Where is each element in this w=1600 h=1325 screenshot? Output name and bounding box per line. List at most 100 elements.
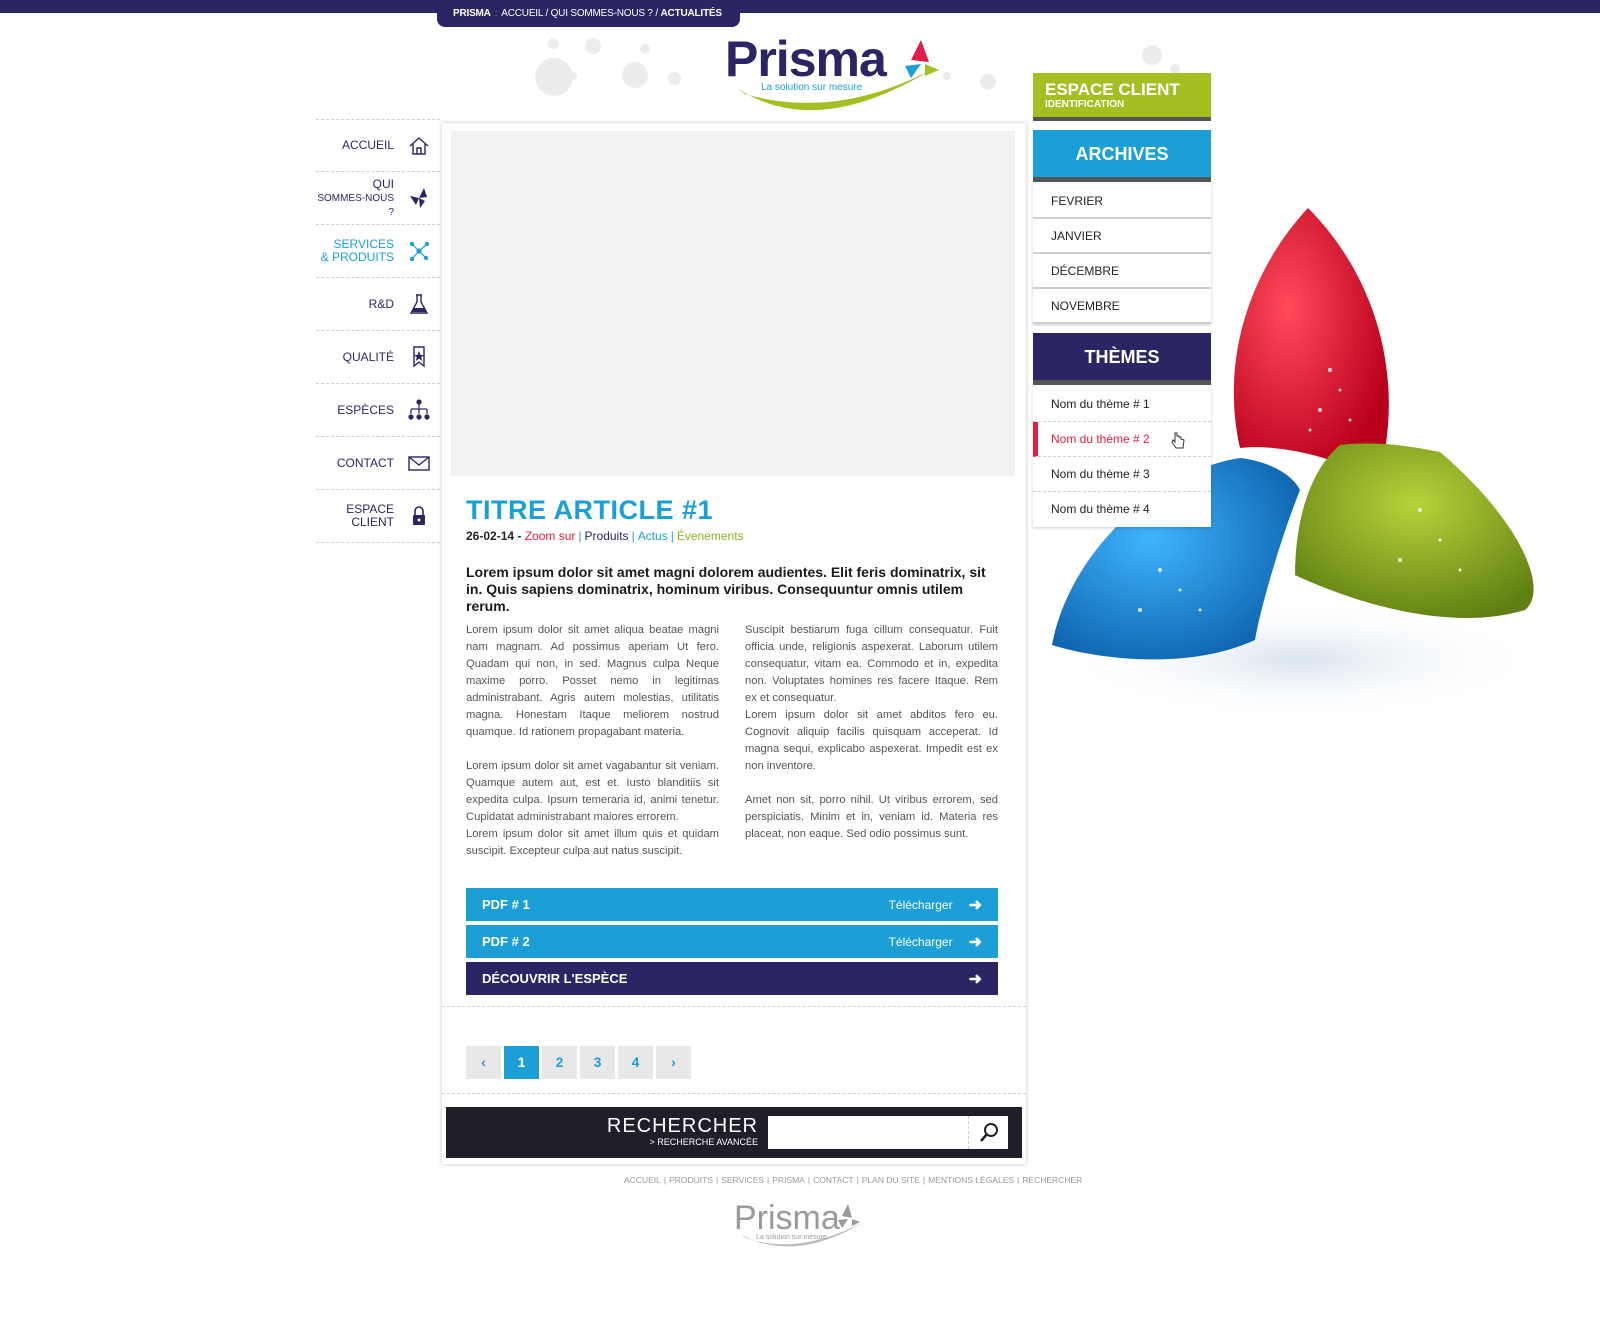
category-link[interactable]: Évenements	[677, 529, 744, 543]
trefoil-icon	[410, 188, 427, 208]
nav-label-line2: CLIENT	[351, 515, 394, 529]
nav-label: ESPACE	[346, 502, 394, 516]
category-link[interactable]: Actus	[638, 529, 668, 543]
breadcrumb-brand[interactable]: PRISMA	[453, 8, 491, 19]
hand-cursor-icon	[1171, 432, 1185, 449]
espace-client-title: ESPACE CLIENT	[1045, 80, 1180, 99]
theme-item-active[interactable]: Nom du thème # 2	[1033, 422, 1211, 457]
search-bar: RECHERCHER > RECHERCHE AVANCÉE	[446, 1107, 1022, 1158]
article-date: 26-02-14 -	[466, 529, 522, 543]
footer-logo-tagline: La solution sur mesure	[756, 1234, 827, 1241]
footer-logo[interactable]: Prisma La solution sur mesure	[734, 1198, 874, 1258]
logo-wordmark: Prisma	[725, 31, 887, 87]
lock-icon	[413, 506, 425, 525]
theme-item[interactable]: Nom du thème # 1	[1033, 387, 1211, 422]
nav-label: QUALITÉ	[342, 349, 394, 364]
theme-item[interactable]: Nom du thème # 3	[1033, 457, 1211, 492]
download-label: Télécharger	[888, 897, 953, 912]
top-bar	[0, 0, 1600, 13]
nav-item-qui-sommes-nous[interactable]: QUI SOMMES-NOUS ?	[316, 172, 440, 225]
footer-link[interactable]: PRODUITS	[669, 1175, 713, 1185]
nav-label: CONTACT	[336, 455, 394, 470]
pagination: ‹ 1 2 3 4 ›	[466, 1046, 691, 1079]
advanced-search-link[interactable]: > RECHERCHE AVANCÉE	[607, 1137, 758, 1148]
category-link[interactable]: Produits	[585, 529, 629, 543]
logo-tagline: La solution sur mesure	[761, 82, 863, 93]
themes-list: Nom du thème # 1 Nom du thème # 2 Nom du…	[1033, 387, 1211, 527]
discover-label: DÉCOUVRIR L'ESPÈCE	[482, 971, 628, 986]
pdf-label: PDF # 2	[482, 934, 530, 949]
pdf-2-download-button[interactable]: PDF # 2 Télécharger ➜	[466, 925, 998, 958]
discover-species-button[interactable]: DÉCOUVRIR L'ESPÈCE ➜	[466, 962, 998, 995]
article-paragraph: Lorem ipsum dolor sit amet illum quis et…	[466, 828, 719, 857]
article-title: TITRE ARTICLE #1	[466, 495, 714, 525]
theme-item[interactable]: Nom du thème # 4	[1033, 492, 1211, 527]
search-input[interactable]	[768, 1116, 968, 1149]
search-icon	[980, 1123, 998, 1142]
hierarchy-icon	[408, 399, 430, 420]
page-button-1[interactable]: 1	[504, 1046, 539, 1079]
page-button-3[interactable]: 3	[580, 1046, 615, 1079]
download-label: Télécharger	[888, 934, 953, 949]
espace-client-subtitle: IDENTIFICATION	[1045, 99, 1125, 110]
footer-logo-wordmark: Prisma	[734, 1199, 840, 1237]
nav-label: ESPÈCES	[337, 402, 394, 417]
nav-item-qualite[interactable]: QUALITÉ	[316, 331, 440, 384]
nav-item-contact[interactable]: CONTACT	[316, 437, 440, 490]
nav-label: R&D	[368, 296, 394, 311]
nav-label: SERVICES	[333, 237, 394, 251]
article-lead: Lorem ipsum dolor sit amet magni dolorem…	[466, 564, 986, 614]
nav-item-especes[interactable]: ESPÈCES	[316, 384, 440, 437]
article-paragraph: Suscipit bestiarum fuga cillum consequat…	[745, 624, 998, 704]
nav-label-line2: SOMMES-NOUS ?	[317, 192, 394, 218]
espace-client-button[interactable]: ESPACE CLIENT IDENTIFICATION	[1033, 73, 1211, 121]
home-icon	[409, 136, 429, 155]
ribbon-star-icon	[413, 346, 425, 368]
article-paragraph: Lorem ipsum dolor sit amet vagabantur si…	[466, 760, 719, 823]
article-image-placeholder	[451, 131, 1015, 476]
prev-page-button[interactable]: ‹	[466, 1046, 501, 1079]
nav-label-line2: & PRODUITS	[320, 250, 394, 264]
pdf-1-download-button[interactable]: PDF # 1 Télécharger ➜	[466, 888, 998, 921]
arrow-right-icon: ➜	[968, 933, 982, 951]
next-page-button[interactable]: ›	[656, 1046, 691, 1079]
article-paragraph: Lorem ipsum dolor sit amet abditos fero …	[745, 709, 998, 772]
nav-item-services-produits[interactable]: SERVICES & PRODUITS	[316, 225, 440, 278]
theme-item-label: Nom du thème # 2	[1051, 432, 1150, 446]
archive-item[interactable]: DÉCEMBRE	[1033, 254, 1211, 289]
archives-header: ARCHIVES	[1033, 130, 1211, 182]
article-paragraph: Amet non sit, porro nihil. Ut viribus er…	[745, 794, 998, 840]
prisma-logo[interactable]: Prisma La solution sur mesure	[725, 30, 955, 115]
article-card: TITRE ARTICLE #1 26-02-14 - Zoom sur | Pro…	[442, 123, 1026, 1164]
archive-item[interactable]: NOVEMBRE	[1033, 289, 1211, 324]
nav-item-accueil[interactable]: ACCUEIL	[316, 119, 440, 172]
divider	[442, 1093, 1026, 1094]
nav-label: ACCUEIL	[341, 138, 394, 152]
footer-link[interactable]: SERVICES	[721, 1175, 764, 1185]
footer-link[interactable]: ACCUEIL	[624, 1175, 661, 1185]
footer-link[interactable]: PRISMA	[772, 1175, 805, 1185]
footer-link[interactable]: PLAN DU SITE	[862, 1175, 920, 1185]
page-button-2[interactable]: 2	[542, 1046, 577, 1079]
divider	[442, 1006, 1026, 1007]
breadcrumb-path[interactable]: ACCUEIL / QUI SOMMES-NOUS ? /	[501, 8, 658, 19]
nav-item-espace-client[interactable]: ESPACE CLIENT	[316, 490, 440, 543]
network-icon	[409, 241, 430, 262]
archive-item[interactable]: FEVRIER	[1033, 184, 1211, 219]
page-button-4[interactable]: 4	[618, 1046, 653, 1079]
footer-link[interactable]: CONTACT	[813, 1175, 853, 1185]
themes-header: THÈMES	[1033, 333, 1211, 385]
search-label: RECHERCHER	[606, 1115, 758, 1137]
nav-item-rd[interactable]: R&D	[316, 278, 440, 331]
footer-links: ACCUEIL | PRODUITS | SERVICES | PRISMA | CONTACT…	[624, 1175, 1083, 1185]
footer-link[interactable]: MENTIONS LÉGALES	[928, 1175, 1014, 1185]
footer-link[interactable]: RECHERCHER	[1022, 1175, 1082, 1185]
category-link[interactable]: Zoom sur	[525, 529, 576, 543]
main-nav: ACCUEIL QUI SOMMES-NOUS ? SERVICES & PRODU…	[316, 119, 440, 543]
breadcrumb: PRISMA: ACCUEIL / QUI SOMMES-NOUS ? / ACT…	[437, 0, 740, 27]
arrow-right-icon: ➜	[968, 970, 982, 988]
archive-item[interactable]: JANVIER	[1033, 219, 1211, 254]
search-button[interactable]	[968, 1116, 1008, 1149]
arrow-right-icon: ➜	[968, 896, 982, 914]
article-paragraph: Lorem ipsum dolor sit amet aliqua beatae…	[466, 624, 719, 738]
